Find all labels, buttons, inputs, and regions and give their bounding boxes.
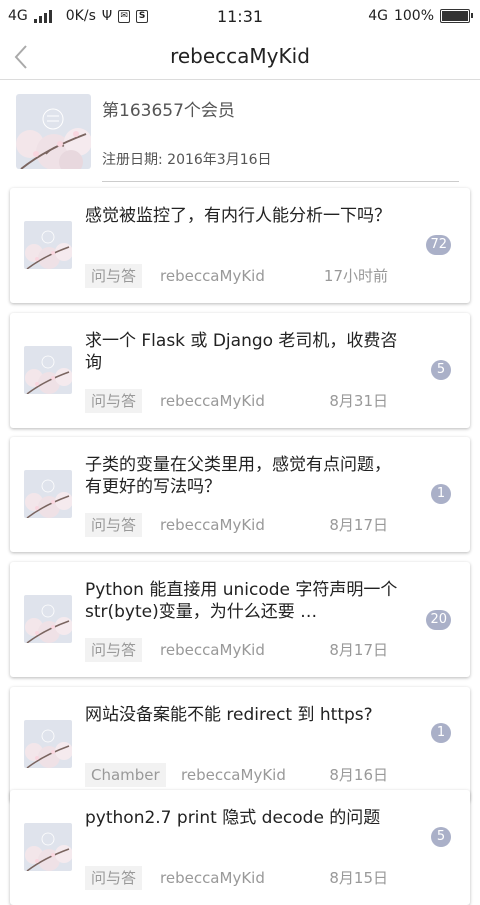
node-tag[interactable]: 问与答 xyxy=(85,513,143,537)
topic-time: 8月16日 xyxy=(329,766,388,784)
topic-meta: 问与答 rebeccaMyKid 17小时前 xyxy=(85,264,407,288)
node-tag[interactable]: 问与答 xyxy=(85,866,143,890)
topic-meta: 问与答 rebeccaMyKid 8月17日 xyxy=(85,513,407,537)
author-name[interactable]: rebeccaMyKid xyxy=(160,264,265,288)
battery-icon xyxy=(440,9,473,23)
topic-title[interactable]: 求一个 Flask 或 Django 老司机，收费咨询 xyxy=(85,330,407,374)
avatar[interactable] xyxy=(16,94,91,169)
topic-title[interactable]: python2.7 print 隐式 decode 的问题 xyxy=(85,807,407,829)
page-title: rebeccaMyKid xyxy=(170,44,310,68)
author-name[interactable]: rebeccaMyKid xyxy=(160,513,265,537)
battery-percent: 100% xyxy=(393,8,434,24)
reply-count-badge: 5 xyxy=(431,360,451,380)
spring-blossom-avatar-icon xyxy=(16,94,91,169)
network-type-right: 4G xyxy=(368,8,388,24)
topic-card[interactable]: python2.7 print 隐式 decode 的问题 问与答 rebeccaM… xyxy=(10,790,470,905)
topic-meta: 问与答 rebeccaMyKid 8月31日 xyxy=(85,389,407,413)
topic-time: 17小时前 xyxy=(323,267,388,285)
reply-count-badge: 1 xyxy=(431,723,451,743)
registration-date: 注册日期: 2016年3月16日 xyxy=(102,152,272,168)
avatar[interactable] xyxy=(24,221,72,269)
node-tag[interactable]: Chamber xyxy=(85,763,166,787)
avatar[interactable] xyxy=(24,720,72,768)
topic-title[interactable]: 子类的变量在父类里用，感觉有点问题，有更好的写法吗？ xyxy=(85,454,407,498)
topic-time: 8月31日 xyxy=(329,392,388,410)
topic-card[interactable]: Python 能直接用 unicode 字符声明一个 str(byte)变量，为… xyxy=(10,562,470,677)
topic-meta: Chamber rebeccaMyKid 8月16日 xyxy=(85,763,407,787)
node-tag[interactable]: 问与答 xyxy=(85,264,143,288)
avatar[interactable] xyxy=(24,595,72,643)
node-tag[interactable]: 问与答 xyxy=(85,389,143,413)
topic-meta: 问与答 rebeccaMyKid 8月15日 xyxy=(85,866,407,890)
status-right: 4G 100% xyxy=(368,8,473,24)
nav-bar: rebeccaMyKid xyxy=(0,34,480,80)
topic-time: 8月17日 xyxy=(329,516,388,534)
author-name[interactable]: rebeccaMyKid xyxy=(160,389,265,413)
status-bar: 4G 0K/s Ψ ✉ S 11:31 4G 100% xyxy=(0,0,480,34)
topic-time: 8月15日 xyxy=(329,869,388,887)
author-name[interactable]: rebeccaMyKid xyxy=(181,763,286,787)
topic-card[interactable]: 感觉被监控了，有内行人能分析一下吗？ 问与答 rebeccaMyKid 17小时前 72 xyxy=(10,188,470,303)
topic-card[interactable]: 子类的变量在父类里用，感觉有点问题，有更好的写法吗？ 问与答 rebeccaMyKi… xyxy=(10,437,470,552)
topic-meta: 问与答 rebeccaMyKid 8月17日 xyxy=(85,638,407,662)
member-number: 第163657个会员 xyxy=(102,101,235,121)
member-profile: 第163657个会员 注册日期: 2016年3月16日 xyxy=(0,80,480,182)
topic-title[interactable]: 网站没备案能不能 redirect 到 https? xyxy=(85,704,407,726)
divider xyxy=(102,181,459,182)
topic-card[interactable]: 网站没备案能不能 redirect 到 https? Chamber rebecca… xyxy=(10,687,470,802)
reply-count-badge: 1 xyxy=(431,484,451,504)
topic-card[interactable]: 求一个 Flask 或 Django 老司机，收费咨询问与答 rebeccaMyK… xyxy=(10,313,470,428)
topic-title[interactable]: 感觉被监控了，有内行人能分析一下吗？ xyxy=(85,205,407,227)
avatar[interactable] xyxy=(24,470,72,518)
author-name[interactable]: rebeccaMyKid xyxy=(160,866,265,890)
reply-count-badge: 72 xyxy=(426,235,451,255)
avatar[interactable] xyxy=(24,823,72,871)
topic-title[interactable]: Python 能直接用 unicode 字符声明一个 str(byte)变量，为… xyxy=(85,579,407,623)
node-tag[interactable]: 问与答 xyxy=(85,638,143,662)
author-name[interactable]: rebeccaMyKid xyxy=(160,638,265,662)
reply-count-badge: 5 xyxy=(431,827,451,847)
reply-count-badge: 20 xyxy=(426,610,451,630)
avatar[interactable] xyxy=(24,346,72,394)
topic-time: 8月17日 xyxy=(329,641,388,659)
